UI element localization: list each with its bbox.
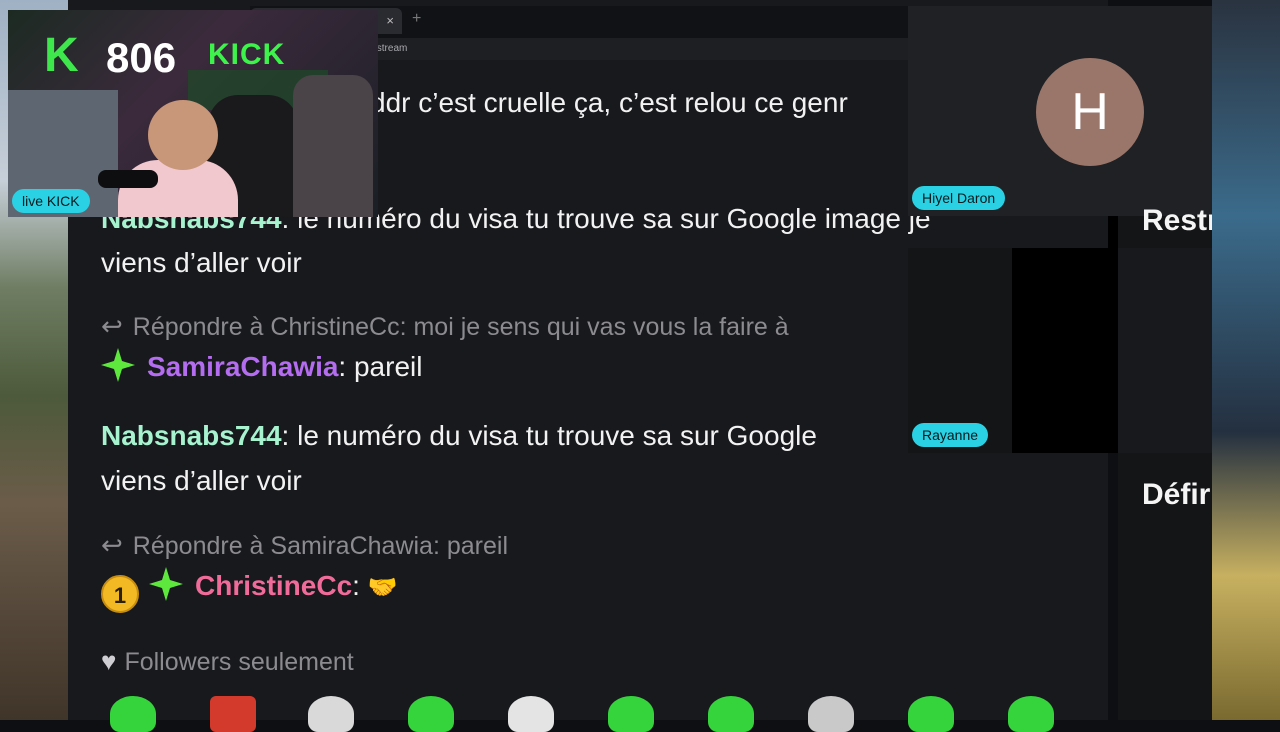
streamer-head	[148, 100, 218, 170]
divider	[1108, 216, 1118, 248]
reply-text: Répondre à ChristineCc: moi je sens qui …	[132, 313, 789, 341]
second-person	[293, 75, 373, 217]
viewer-count: 806	[106, 34, 177, 81]
avatar: H	[1036, 58, 1144, 166]
emote-icon[interactable]	[210, 696, 256, 732]
followers-only-label: Followers seulement	[124, 648, 354, 676]
webcam-label: live KICK	[12, 189, 90, 213]
handshake-icon: 🤝	[367, 574, 398, 601]
emote-icon[interactable]	[608, 696, 654, 732]
reply-text: Répondre à SamiraChawia: pareil	[132, 532, 508, 560]
chat-message-continued: viens d’aller voir	[101, 458, 302, 503]
emote-icon[interactable]	[1008, 696, 1054, 732]
emote-icon[interactable]	[508, 696, 554, 732]
message-text: ddr c’est cruelle ça, c’est relou ce gen…	[370, 87, 848, 118]
microphone-icon	[98, 170, 158, 188]
right-column-gap	[1118, 248, 1212, 453]
emote-icon[interactable]	[408, 696, 454, 732]
sparkle-icon	[149, 567, 183, 601]
webcam-overlay: KICK K 806 live KICK	[8, 10, 378, 217]
sparkle-icon	[101, 348, 135, 382]
username[interactable]: ChristineCc	[195, 570, 352, 601]
kick-neon-sign: KICK	[208, 38, 286, 71]
chat-message-partial: ddr c’est cruelle ça, c’est relou ce gen…	[370, 80, 908, 125]
emote-icon[interactable]	[308, 696, 354, 732]
rank-badge: 1	[101, 575, 139, 613]
reply-arrow-icon: ↩	[101, 311, 123, 341]
right-heading: Restr	[1142, 204, 1212, 237]
message-text: viens d’aller voir	[101, 465, 302, 496]
chat-message-continued: viens d’aller voir	[101, 240, 302, 285]
emote-icon[interactable]	[908, 696, 954, 732]
username[interactable]: Nabsnabs744	[101, 420, 282, 451]
url-text: /stream	[374, 43, 408, 54]
emote-icon[interactable]	[808, 696, 854, 732]
message-text: : pareil	[338, 351, 423, 382]
reply-reference[interactable]: ↩ Répondre à SamiraChawia: pareil	[101, 530, 508, 561]
followers-only-notice: ♥ Followers seulement	[101, 646, 354, 677]
emote-icon[interactable]	[110, 696, 156, 732]
message-text: :	[352, 570, 360, 601]
chat-message: Nabsnabs744: le numéro du visa tu trouve…	[101, 413, 911, 458]
emote-icon[interactable]	[708, 696, 754, 732]
heart-icon: ♥	[101, 646, 117, 676]
chat-message: SamiraChawia: pareil	[101, 344, 422, 389]
tab-close-icon[interactable]: ×	[386, 13, 394, 28]
right-heading: Défir	[1142, 478, 1211, 511]
kick-logo-icon: K	[44, 29, 79, 82]
reply-arrow-icon: ↩	[101, 530, 123, 560]
message-text: : le numéro du visa tu trouve sa sur Goo…	[281, 203, 931, 234]
new-tab-icon[interactable]: +	[412, 10, 421, 28]
participant-name: Hiyel Daron	[912, 186, 1006, 210]
message-text: viens d’aller voir	[101, 247, 302, 278]
background-landscape-right	[1212, 0, 1280, 720]
chat-message: 1 ChristineCc: 🤝	[101, 563, 398, 613]
message-text: : le numéro du visa tu trouve sa sur Goo…	[281, 420, 817, 451]
participant-tile[interactable]: H Hiyel Daron	[908, 6, 1212, 216]
username[interactable]: SamiraChawia	[147, 351, 338, 382]
participant-name: Rayanne	[912, 423, 989, 447]
reply-reference[interactable]: ↩ Répondre à ChristineCc: moi je sens qui…	[101, 311, 901, 342]
emote-bar	[100, 690, 1090, 732]
